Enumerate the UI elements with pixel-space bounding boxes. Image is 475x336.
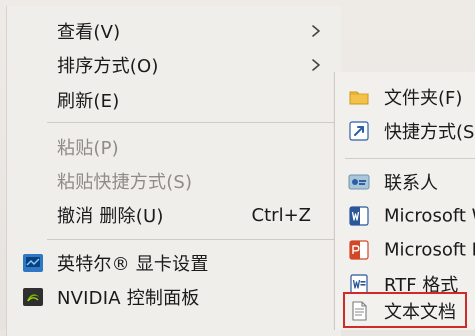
chevron-right-icon bbox=[312, 59, 320, 71]
folder-icon bbox=[349, 91, 369, 105]
menu-item-paste[interactable]: 粘贴(P) bbox=[7, 130, 341, 164]
chevron-right-icon bbox=[312, 25, 320, 37]
menu-item-label: 英特尔® 显卡设置 bbox=[57, 254, 209, 275]
shortcut-icon bbox=[349, 121, 369, 141]
menu-item-refresh[interactable]: 刷新(E) bbox=[7, 83, 341, 117]
submenu-item-label: 快捷方式(S bbox=[384, 122, 475, 143]
submenu-item-contact[interactable]: 联系人 bbox=[335, 165, 475, 199]
menu-item-nvidia[interactable]: NVIDIA 控制面板 bbox=[7, 280, 341, 314]
menu-item-label: 粘贴快捷方式(S) bbox=[57, 172, 193, 193]
submenu-item-label: 文件夹(F) bbox=[384, 88, 463, 109]
powerpoint-icon bbox=[349, 240, 369, 260]
menu-separator bbox=[47, 122, 337, 123]
menu-item-label: 粘贴(P) bbox=[57, 138, 119, 159]
word-icon bbox=[349, 206, 369, 226]
menu-item-label: 刷新(E) bbox=[57, 91, 120, 112]
menu-item-intel-graphics[interactable]: 英特尔® 显卡设置 bbox=[7, 246, 341, 280]
submenu-item-shortcut[interactable]: 快捷方式(S bbox=[335, 114, 475, 148]
rtf-icon bbox=[350, 274, 368, 294]
context-menu: 查看(V) 排序方式(O) 刷新(E) 粘贴(P) 粘贴快捷方式(S) 撤消 删… bbox=[6, 6, 341, 336]
submenu-item-folder[interactable]: 文件夹(F) bbox=[335, 80, 475, 114]
submenu-item-label: 联系人 bbox=[384, 173, 438, 194]
menu-item-label: 排序方式(O) bbox=[57, 56, 159, 77]
menu-separator bbox=[47, 239, 337, 240]
submenu-item-powerpoint[interactable]: Microsoft P bbox=[335, 233, 475, 267]
menu-item-shortcut: Ctrl+Z bbox=[251, 204, 311, 226]
menu-item-label: NVIDIA 控制面板 bbox=[57, 288, 200, 309]
submenu-item-label: Microsoft W bbox=[384, 205, 475, 227]
submenu-item-label: Microsoft P bbox=[384, 239, 475, 261]
text-document-icon bbox=[352, 301, 367, 321]
menu-item-label: 查看(V) bbox=[57, 22, 121, 43]
menu-item-label: 撤消 删除(U) bbox=[57, 206, 164, 227]
submenu-separator bbox=[345, 158, 475, 159]
contact-icon bbox=[348, 174, 370, 190]
menu-item-view[interactable]: 查看(V) bbox=[7, 14, 341, 48]
submenu-item-word[interactable]: Microsoft W bbox=[335, 199, 475, 233]
new-submenu: 文件夹(F) 快捷方式(S 联系人 Microsoft W bbox=[334, 72, 475, 330]
menu-item-sort[interactable]: 排序方式(O) bbox=[7, 48, 341, 82]
submenu-item-text-document[interactable]: 文本文档 bbox=[335, 294, 475, 328]
submenu-item-label: 文本文档 bbox=[384, 302, 456, 323]
intel-graphics-icon bbox=[23, 254, 43, 272]
menu-item-paste-shortcut[interactable]: 粘贴快捷方式(S) bbox=[7, 164, 341, 198]
menu-item-undo-delete[interactable]: 撤消 删除(U) Ctrl+Z bbox=[7, 198, 341, 232]
nvidia-icon bbox=[23, 288, 43, 306]
